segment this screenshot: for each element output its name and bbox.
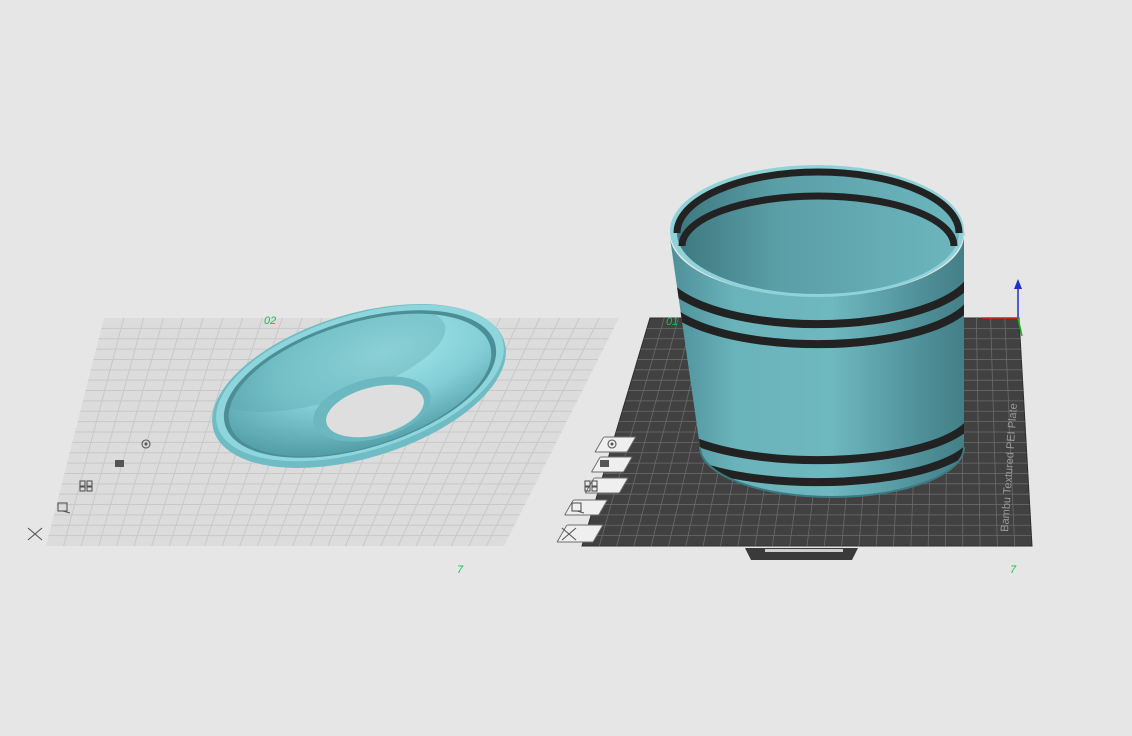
3d-viewport[interactable]: 02 7 Bambu Textured PEI Plate 01 7 — [0, 0, 1132, 736]
plate-1-corner-mark: 7 — [1010, 564, 1017, 576]
plate-1-tab-slot — [765, 549, 843, 552]
plate-2-number-label: 02 — [264, 315, 276, 327]
plate-1-number-label: 01 — [666, 316, 678, 328]
plate-2-delete-button[interactable] — [0, 525, 43, 542]
ringed-cylinder-model[interactable] — [660, 165, 975, 498]
axis-z-arrow — [1014, 279, 1022, 289]
plate-2-corner-mark: 7 — [457, 564, 464, 576]
